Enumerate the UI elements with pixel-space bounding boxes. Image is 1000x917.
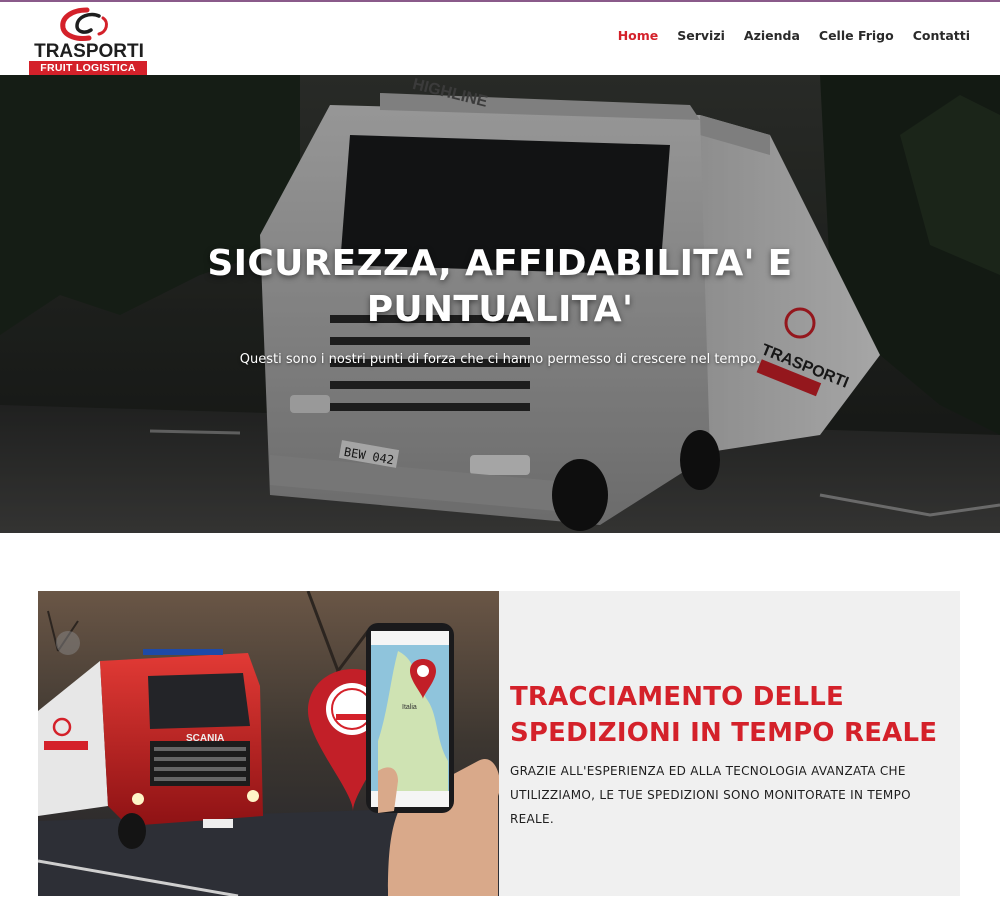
- feature-truck-brand: SCANIA: [186, 733, 224, 744]
- hero-section: TRASPORTI HIGHLINE BEW 042 SICUREZZA, AF…: [0, 75, 1000, 533]
- hero-title: SICUREZZA, AFFIDABILITA' E PUNTUALITA': [207, 243, 793, 330]
- logo-swirl-icon: [60, 7, 108, 41]
- logo-tagline: FRUIT LOGISTICA: [29, 61, 147, 75]
- feature-map-label: Italia: [402, 704, 417, 711]
- feature-title: TRACCIAMENTO DELLE SPEDIZIONI IN TEMPO R…: [510, 682, 938, 748]
- nav-contatti[interactable]: Contatti: [903, 28, 970, 43]
- tracking-feature: SCANIA Italia TRACCIAMENTO DELLE SPEDIZI…: [38, 591, 960, 896]
- logo-wordmark: TRASPORTI: [34, 41, 144, 62]
- feature-description: Grazie all'esperienza ed alla tecnologia…: [510, 764, 911, 826]
- site-logo[interactable]: TRASPORTI FRUIT LOGISTICA: [29, 6, 147, 75]
- tracking-feature-image: SCANIA Italia: [38, 591, 499, 896]
- nav-celle-frigo[interactable]: Celle Frigo: [809, 28, 903, 43]
- nav-azienda[interactable]: Azienda: [734, 28, 809, 43]
- main-nav: Home Servizi Azienda Celle Frigo Contatt…: [608, 28, 970, 43]
- nav-servizi[interactable]: Servizi: [668, 28, 735, 43]
- hero-subtitle: Questi sono i nostri punti di forza che …: [239, 352, 761, 367]
- nav-home[interactable]: Home: [608, 28, 668, 43]
- site-header: TRASPORTI FRUIT LOGISTICA Home Servizi A…: [0, 2, 1000, 75]
